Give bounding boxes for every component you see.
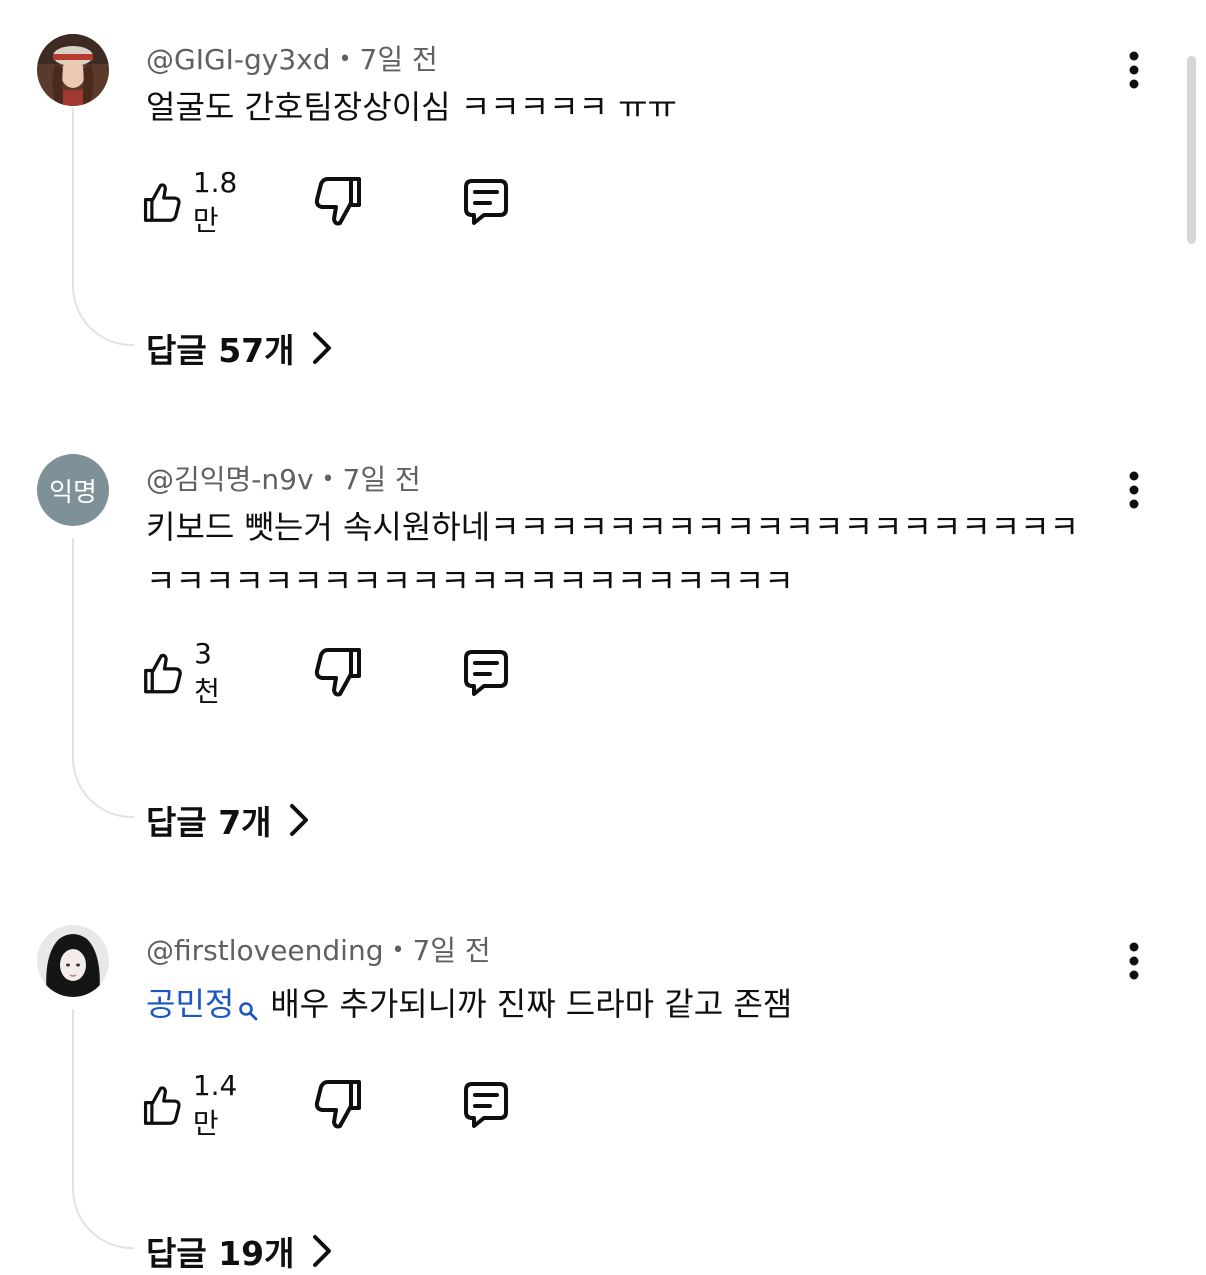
replies-label: 답글 19개: [146, 1234, 295, 1273]
like-icon: [143, 183, 181, 222]
dislike-button[interactable]: [312, 645, 366, 701]
dislike-icon: [314, 177, 361, 226]
comment-time[interactable]: 7일 전: [343, 463, 421, 496]
avatar[interactable]: [37, 925, 109, 997]
mention-link[interactable]: 공민정: [146, 985, 270, 1023]
like-count: 1.4만: [192, 1068, 238, 1140]
comment-time[interactable]: 7일 전: [412, 934, 490, 967]
dislike-button[interactable]: [312, 1077, 366, 1133]
author-handle[interactable]: @GIGI-gy3xd: [146, 43, 331, 76]
reply-button[interactable]: [458, 174, 512, 230]
like-icon: [143, 1086, 181, 1125]
avatar[interactable]: [37, 34, 109, 106]
chevron-right-icon: [312, 1235, 331, 1267]
scrollbar[interactable]: [1187, 56, 1196, 244]
reply-icon: [464, 179, 508, 225]
dislike-icon: [314, 1080, 361, 1129]
comment-time[interactable]: 7일 전: [360, 43, 438, 76]
view-replies-button[interactable]: 답글 19개: [146, 1227, 333, 1275]
avatar-photo: [37, 925, 109, 997]
more-vert-icon: [1129, 471, 1139, 509]
reply-button[interactable]: [458, 1077, 512, 1133]
more-vert-icon: [1129, 942, 1139, 980]
more-vert-icon: [1129, 51, 1139, 89]
reply-icon: [464, 650, 508, 696]
avatar[interactable]: 익명: [37, 454, 109, 526]
author-handle[interactable]: @firstloveending: [146, 934, 383, 967]
separator-dot: •: [321, 467, 335, 492]
separator-dot: •: [338, 47, 352, 72]
search-icon: [238, 983, 258, 1037]
like-button[interactable]: 1.4만: [140, 1069, 249, 1140]
comment-meta: @GIGI-gy3xd • 7일 전: [146, 38, 438, 78]
dislike-icon: [314, 648, 361, 697]
mention-label: 공민정: [146, 985, 235, 1023]
more-options-button[interactable]: [1118, 48, 1150, 92]
thread-line: [72, 108, 134, 346]
more-options-button[interactable]: [1118, 939, 1150, 983]
thread-line: [72, 1009, 134, 1249]
like-count: 3천: [194, 636, 220, 708]
view-replies-button[interactable]: 답글 7개: [146, 796, 310, 844]
comment-text: 공민정 배우 추가되니까 진짜 드라마 같고 존잼: [146, 977, 1106, 1037]
reply-button[interactable]: [458, 645, 512, 701]
replies-label: 답글 7개: [146, 803, 272, 842]
avatar-photo: [37, 34, 109, 106]
comment-meta: @김익명-n9v • 7일 전: [146, 458, 421, 498]
separator-dot: •: [391, 938, 405, 963]
comment-text: 키보드 뺏는거 속시원하네ㅋㅋㅋㅋㅋㅋㅋㅋㅋㅋㅋㅋㅋㅋㅋㅋㅋㅋㅋㅋㅋㅋㅋㅋㅋㅋㅋ…: [146, 508, 1079, 600]
like-button[interactable]: 1.8만: [140, 166, 249, 237]
more-options-button[interactable]: [1118, 468, 1150, 512]
like-button[interactable]: 3천: [140, 637, 230, 708]
dislike-button[interactable]: [312, 174, 366, 230]
like-count: 1.8만: [192, 165, 238, 237]
replies-label: 답글 57개: [146, 331, 295, 370]
like-icon: [144, 653, 182, 694]
thread-line: [72, 538, 134, 818]
comment-text: 얼굴도 간호팀장상이심 ㅋㅋㅋㅋㅋ ㅠㅠ: [146, 88, 677, 126]
reply-icon: [464, 1082, 508, 1128]
author-handle[interactable]: @김익명-n9v: [146, 463, 314, 496]
view-replies-button[interactable]: 답글 57개: [146, 324, 333, 372]
comment-meta: @firstloveending • 7일 전: [146, 929, 491, 969]
comment-text-body: 배우 추가되니까 진짜 드라마 같고 존잼: [270, 985, 793, 1023]
chevron-right-icon: [289, 804, 308, 836]
chevron-right-icon: [312, 332, 331, 364]
